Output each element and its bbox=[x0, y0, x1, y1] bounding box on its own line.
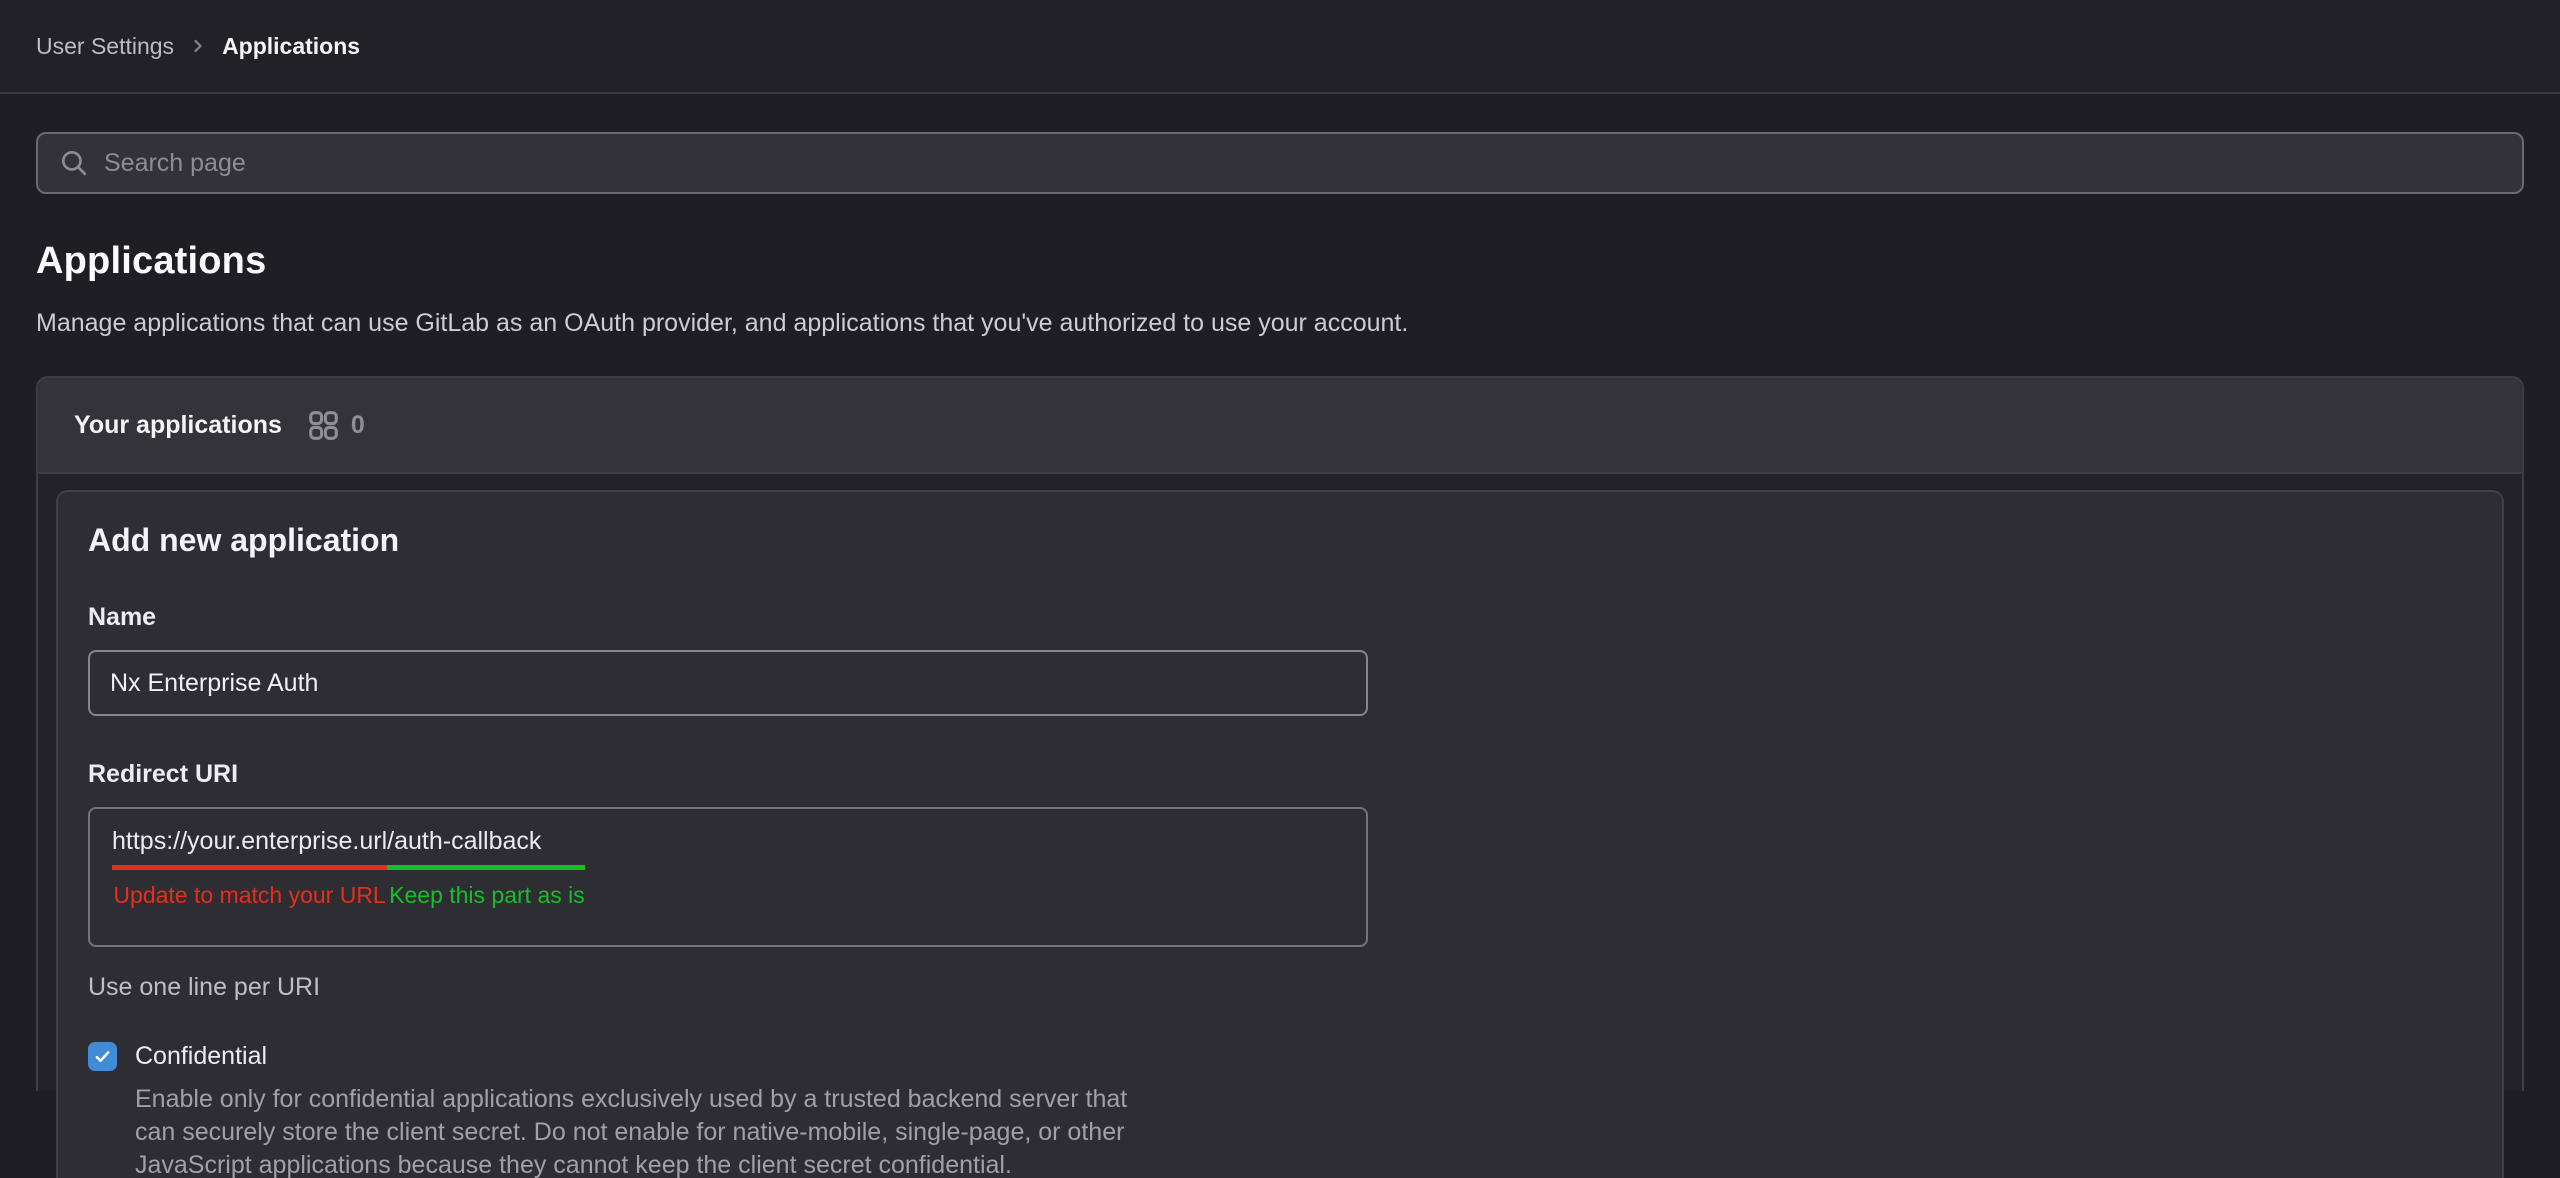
uri-help-text: Use one line per URI bbox=[88, 973, 2472, 1002]
confidential-checkbox[interactable] bbox=[88, 1042, 117, 1071]
chevron-right-icon bbox=[188, 36, 208, 56]
confidential-row: Confidential bbox=[88, 1042, 2472, 1071]
page-description: Manage applications that can use GitLab … bbox=[36, 309, 2524, 338]
search-box bbox=[36, 132, 2524, 194]
section-title: Your applications bbox=[74, 411, 282, 440]
search-icon bbox=[60, 149, 88, 177]
redirect-uri-textarea[interactable]: https://your.enterprise.url Update to ma… bbox=[88, 807, 1368, 947]
name-input[interactable] bbox=[88, 650, 1368, 716]
uri-host-column: https://your.enterprise.url Update to ma… bbox=[112, 827, 387, 909]
applications-grid-icon bbox=[308, 410, 339, 441]
confidential-help-line: can securely store the client secret. Do… bbox=[135, 1116, 2472, 1149]
breadcrumb-applications: Applications bbox=[222, 33, 360, 60]
applications-section: Your applications 0 Add new application … bbox=[36, 376, 2524, 1091]
uri-segment-host: https://your.enterprise.url bbox=[112, 827, 387, 870]
confidential-help-line: JavaScript applications because they can… bbox=[135, 1149, 2472, 1178]
uri-segment-path: /auth-callback bbox=[387, 827, 585, 870]
applications-count: 0 bbox=[351, 411, 365, 440]
card-title: Add new application bbox=[88, 522, 2472, 559]
annotation-update-url: Update to match your URL bbox=[112, 882, 387, 909]
add-application-card: Add new application Name Redirect URI ht… bbox=[56, 490, 2504, 1178]
applications-settings-page: User Settings Applications Applications … bbox=[0, 0, 2560, 1178]
confidential-help-text: Enable only for confidential application… bbox=[135, 1083, 2472, 1178]
name-label: Name bbox=[88, 603, 2472, 632]
annotation-keep-part: Keep this part as is bbox=[387, 882, 585, 909]
redirect-uri-value: https://your.enterprise.url Update to ma… bbox=[112, 827, 585, 909]
checkmark-icon bbox=[93, 1047, 112, 1066]
main-content: Applications Manage applications that ca… bbox=[0, 132, 2560, 1091]
redirect-uri-label: Redirect URI bbox=[88, 760, 2472, 789]
confidential-help-line: Enable only for confidential application… bbox=[135, 1083, 2472, 1116]
search-input[interactable] bbox=[104, 149, 1304, 178]
section-header: Your applications 0 bbox=[38, 378, 2522, 474]
breadcrumb-user-settings[interactable]: User Settings bbox=[36, 33, 174, 60]
section-body: Add new application Name Redirect URI ht… bbox=[38, 474, 2522, 1178]
page-title: Applications bbox=[36, 240, 2524, 283]
breadcrumb: User Settings Applications bbox=[36, 33, 360, 60]
confidential-label[interactable]: Confidential bbox=[135, 1042, 267, 1071]
top-bar: User Settings Applications bbox=[0, 0, 2560, 94]
uri-path-column: /auth-callback Keep this part as is bbox=[387, 827, 585, 909]
